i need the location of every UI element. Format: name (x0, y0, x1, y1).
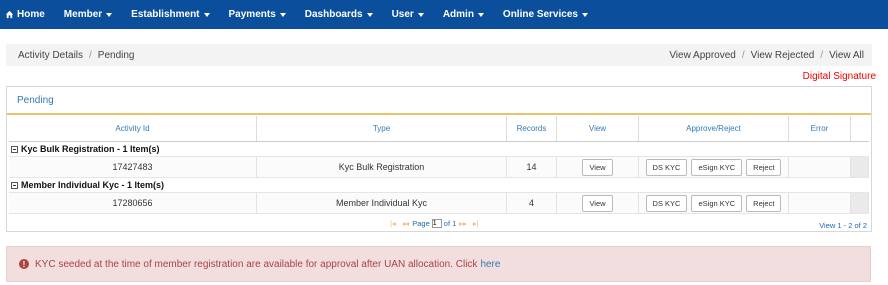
activity-grid: Activity Id Type Records View Approve/Re… (9, 116, 869, 214)
table-row: 17427483 Kyc Bulk Registration 14 View D… (9, 157, 869, 178)
top-navbar: Home Member Establishment Payments Dashb… (0, 0, 888, 29)
caret-down-icon (203, 12, 210, 17)
view-separator: / (820, 49, 824, 61)
nav-establishment-label: Establishment (131, 9, 200, 20)
here-link[interactable]: here (480, 259, 500, 270)
breadcrumb: Activity Details / Pending (18, 50, 135, 61)
home-icon (5, 10, 14, 19)
ds-kyc-button[interactable]: DS KYC (645, 158, 688, 176)
digital-signature-link[interactable]: Digital Signature (803, 71, 876, 82)
nav-member[interactable]: Member (63, 0, 113, 29)
error-cell (789, 157, 851, 177)
breadcrumb-bar: Activity Details / Pending View Approved… (6, 44, 872, 66)
nav-payments[interactable]: Payments (229, 0, 286, 29)
nav-admin[interactable]: Admin (443, 0, 484, 29)
nav-dashboards[interactable]: Dashboards (305, 0, 373, 29)
view-rejected-link[interactable]: View Rejected (751, 50, 815, 61)
records-cell: 14 (507, 157, 557, 177)
page-of-label: of 1 (443, 219, 457, 228)
row-spacer (851, 193, 869, 213)
page-number-input[interactable] (431, 219, 442, 228)
caret-down-icon (581, 12, 588, 17)
ds-kyc-button[interactable]: DS KYC (645, 194, 688, 212)
alert-text: KYC seeded at the time of member registr… (35, 258, 478, 270)
next-page-icon[interactable]: ▸▸ (459, 219, 467, 228)
column-header-view[interactable]: View (557, 116, 639, 141)
collapse-icon[interactable] (11, 181, 18, 189)
nav-user[interactable]: User (392, 0, 424, 29)
group-label: Kyc Bulk Registration - 1 Item(s) (21, 144, 160, 154)
breadcrumb-separator: / (89, 49, 92, 61)
page-label: Page (412, 219, 430, 228)
nav-payments-label: Payments (228, 9, 276, 20)
group-row-member-individual[interactable]: Member Individual Kyc - 1 Item(s) (9, 178, 869, 193)
approve-reject-cell: DS KYC eSign KYC Reject (639, 193, 789, 213)
approve-reject-cell: DS KYC eSign KYC Reject (639, 157, 789, 177)
column-header-spacer (851, 116, 869, 141)
column-header-activity-id[interactable]: Activity Id (9, 116, 257, 141)
breadcrumb-pending: Pending (97, 49, 135, 61)
type-cell: Member Individual Kyc (257, 193, 507, 213)
view-button[interactable]: View (582, 158, 613, 176)
breadcrumb-activity-details[interactable]: Activity Details (18, 50, 83, 61)
esign-kyc-button[interactable]: eSign KYC (691, 158, 743, 176)
view-approved-link[interactable]: View Approved (669, 50, 736, 61)
nav-member-label: Member (63, 9, 103, 20)
record-count: View 1 - 2 of 2 (819, 221, 867, 230)
records-cell: 4 (507, 193, 557, 213)
nav-home[interactable]: Home (5, 0, 45, 29)
view-cell: View (557, 193, 639, 213)
activity-id-cell: 17280656 (9, 193, 257, 213)
nav-user-label: User (391, 9, 414, 20)
collapse-icon[interactable] (11, 145, 18, 153)
caret-down-icon (366, 12, 373, 17)
column-header-type[interactable]: Type (257, 116, 507, 141)
prev-page-icon[interactable]: ◂◂ (402, 219, 410, 228)
nav-online-services[interactable]: Online Services (503, 0, 588, 29)
panel-title: Pending (7, 87, 871, 115)
view-separator: / (741, 49, 745, 61)
caret-down-icon (279, 12, 286, 17)
exclamation-icon: ! (19, 259, 29, 269)
row-spacer (851, 157, 869, 177)
view-filter-links: View Approved / View Rejected / View All (669, 50, 864, 61)
table-row: 17280656 Member Individual Kyc 4 View DS… (9, 193, 869, 214)
info-alert: ! KYC seeded at the time of member regis… (6, 246, 871, 282)
pending-panel: Pending Activity Id Type Records View Ap… (6, 86, 872, 232)
caret-down-icon (417, 12, 424, 17)
grid-header: Activity Id Type Records View Approve/Re… (9, 116, 869, 142)
nav-establishment[interactable]: Establishment (131, 0, 210, 29)
nav-admin-label: Admin (442, 9, 474, 20)
column-header-error[interactable]: Error (789, 116, 851, 141)
type-cell: Kyc Bulk Registration (257, 157, 507, 177)
reject-button[interactable]: Reject (746, 158, 782, 176)
nav-dashboards-label: Dashboards (304, 9, 363, 20)
view-button[interactable]: View (582, 194, 613, 212)
nav-online-services-label: Online Services (502, 9, 578, 20)
caret-down-icon (477, 12, 484, 17)
column-header-records[interactable]: Records (507, 116, 557, 141)
error-cell (789, 193, 851, 213)
nav-home-label: Home (17, 9, 45, 20)
activity-id-cell: 17427483 (9, 157, 257, 177)
view-cell: View (557, 157, 639, 177)
group-label: Member Individual Kyc - 1 Item(s) (21, 180, 165, 190)
first-page-icon[interactable]: |◂ (390, 219, 396, 228)
group-row-kyc-bulk[interactable]: Kyc Bulk Registration - 1 Item(s) (9, 142, 869, 157)
view-all-link[interactable]: View All (829, 50, 864, 61)
esign-kyc-button[interactable]: eSign KYC (691, 194, 743, 212)
reject-button[interactable]: Reject (746, 194, 782, 212)
last-page-icon[interactable]: ▸| (473, 219, 479, 228)
caret-down-icon (106, 12, 113, 17)
pager: |◂ ◂◂ Page of 1 ▸▸ ▸| (387, 219, 482, 228)
column-header-approve-reject[interactable]: Approve/Reject (639, 116, 789, 141)
